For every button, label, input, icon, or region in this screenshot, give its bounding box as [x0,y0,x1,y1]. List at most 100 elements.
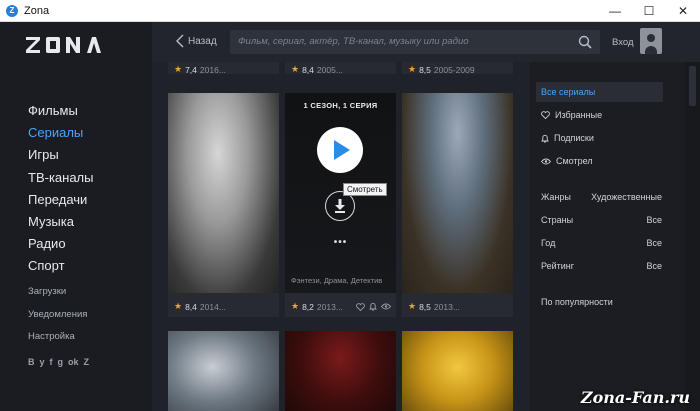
user-head-icon [647,34,655,42]
odnoklassniki-icon[interactable]: ok [68,357,79,367]
avatar[interactable] [640,28,662,54]
play-button[interactable] [317,127,363,173]
more-options-button[interactable]: ••• [285,237,396,248]
card-meta: ★ 8,2 2013... [291,301,343,312]
filter-subscriptions[interactable]: Подписки [541,133,594,143]
nav-item-games[interactable]: Игры [28,144,93,166]
card-rating: 8,2 [302,301,314,312]
filter-genres-value: Художественные [591,192,662,202]
star-icon: ★ [174,301,183,311]
filter-genres-label: Жанры [541,192,571,202]
filter-year[interactable]: Год Все [541,238,662,248]
star-icon: ★ [408,301,417,311]
card-meta: ★ 8,4 2014... [174,301,226,312]
scrollbar[interactable] [685,62,700,411]
app-logo-icon: Z [6,4,18,17]
nav-item-downloads[interactable]: Загрузки [28,281,87,304]
filter-watched[interactable]: Смотрел [541,156,593,166]
bell-icon [541,134,549,143]
zona-logo[interactable] [26,37,102,53]
window-title: Zona [24,4,50,17]
google-icon[interactable]: g [58,357,64,367]
card-year: 2013... [316,301,343,312]
card-year: 2014... [199,301,226,312]
poster-image [168,331,279,411]
filter-rating[interactable]: Рейтинг Все [541,261,662,271]
series-card[interactable]: ★ 8,5 2013... [402,93,513,317]
nav-item-movies[interactable]: Фильмы [28,100,93,122]
poster-image [168,93,279,293]
heart-icon [541,111,550,119]
search-placeholder: Фильм, сериал, актёр, ТВ-канал, музыку и… [238,36,469,47]
nav-item-radio[interactable]: Радио [28,233,93,255]
nav-item-series[interactable]: Сериалы [28,122,93,144]
card-meta: ★ 8,5 2005-2009 [408,64,475,75]
filter-rating-value: Все [646,261,662,271]
season-episode-label: 1 СЕЗОН, 1 СЕРИЯ [303,101,378,110]
card-rating: 8,4 [302,64,314,75]
series-card[interactable] [285,331,396,411]
filters-panel: Все сериалы Избранные Подписки Смотрел Ж… [530,62,685,411]
filter-countries[interactable]: Страны Все [541,215,662,225]
series-card[interactable] [168,331,279,411]
filter-favorites[interactable]: Избранные [541,110,602,120]
nav-item-sport[interactable]: Спорт [28,255,93,277]
card-year: 2016... [199,64,226,75]
search-icon[interactable] [578,35,592,49]
card-year: 2005... [316,64,343,75]
bell-icon[interactable] [369,302,377,311]
series-card[interactable]: ★ 8,5 2005-2009 [402,62,513,75]
card-meta: ★ 8,4 2005... [291,64,343,75]
eye-icon[interactable] [381,303,391,310]
watermark: Zona-Fan.ru [580,388,690,407]
heart-icon[interactable] [356,302,365,311]
back-button[interactable]: Назад [176,34,217,48]
top-bar: Назад Фильм, сериал, актёр, ТВ-канал, му… [152,22,700,62]
main-nav: Фильмы Сериалы Игры ТВ-каналы Передачи М… [28,100,93,278]
nav-item-settings[interactable]: Настройка [28,326,87,349]
chevron-left-icon [176,34,184,48]
content-grid: ★ 7,4 2016... ★ 8,4 2005... ★ 8,5 2005-2… [152,62,530,411]
poster-image [285,331,396,411]
scrollbar-thumb[interactable] [689,66,696,106]
nav-item-shows[interactable]: Передачи [28,189,93,211]
filter-genres[interactable]: Жанры Художественные [541,192,662,202]
filter-all-series[interactable]: Все сериалы [536,82,663,102]
series-card[interactable]: ★ 8,4 2005... [285,62,396,75]
nav-item-tv-channels[interactable]: ТВ-каналы [28,167,93,189]
secondary-nav: Загрузки Уведомления Настройка [28,281,87,349]
card-meta: ★ 8,5 2013... [408,301,460,312]
card-rating: 7,4 [185,64,197,75]
filter-subscriptions-label: Подписки [554,133,594,143]
series-card[interactable]: ★ 7,4 2016... [168,62,279,75]
vk-icon[interactable]: B [28,357,35,367]
nav-item-music[interactable]: Музыка [28,211,93,233]
filter-rating-label: Рейтинг [541,261,575,271]
sort-select[interactable]: По популярности [541,297,613,307]
card-actions [356,302,391,311]
close-button[interactable]: ✕ [666,0,700,22]
poster-image [402,331,513,411]
series-card[interactable] [402,331,513,411]
nav-item-notifications[interactable]: Уведомления [28,304,87,327]
download-icon [335,199,345,213]
minimize-button[interactable]: — [598,0,632,22]
youtube-icon[interactable]: y [40,357,45,367]
play-icon [334,140,350,160]
series-card-hovered[interactable]: 1 СЕЗОН, 1 СЕРИЯ Смотреть ••• Фэнтези, Д… [285,93,396,317]
login-button[interactable]: Вход [612,37,634,48]
star-icon: ★ [408,64,417,74]
window-titlebar: Z Zona — ☐ ✕ [0,0,700,22]
maximize-button[interactable]: ☐ [632,0,666,22]
card-genres: Фэнтези, Драма, Детектив [291,276,383,285]
series-card[interactable]: ★ 8,4 2014... [168,93,279,317]
search-input[interactable]: Фильм, сериал, актёр, ТВ-канал, музыку и… [230,30,600,54]
filter-countries-value: Все [646,215,662,225]
facebook-icon[interactable]: f [50,357,53,367]
social-links: B y f g ok Z [28,357,89,367]
star-icon: ★ [291,64,300,74]
card-rating: 8,5 [419,301,431,312]
zona-icon[interactable]: Z [84,357,90,367]
card-meta: ★ 7,4 2016... [174,64,226,75]
filter-all-series-label: Все сериалы [541,87,596,97]
